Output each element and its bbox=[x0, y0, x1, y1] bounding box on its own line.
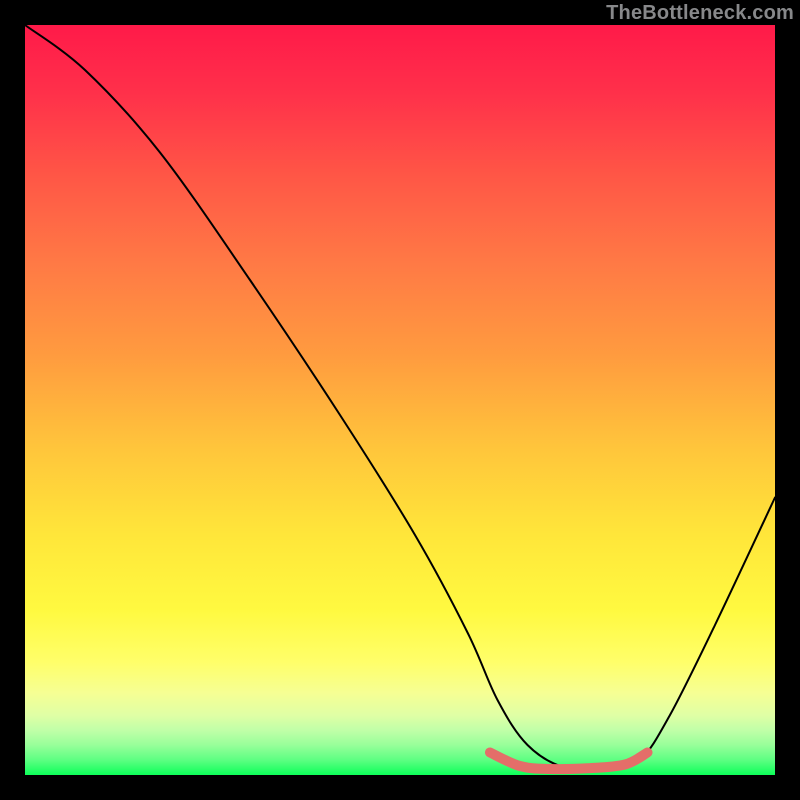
curve-layer bbox=[25, 25, 775, 775]
optimal-range-curve bbox=[490, 753, 648, 770]
bottleneck-curve bbox=[25, 25, 775, 770]
watermark-text: TheBottleneck.com bbox=[606, 2, 794, 25]
chart-frame: TheBottleneck.com bbox=[0, 0, 800, 800]
gradient-plot-area bbox=[25, 25, 775, 775]
